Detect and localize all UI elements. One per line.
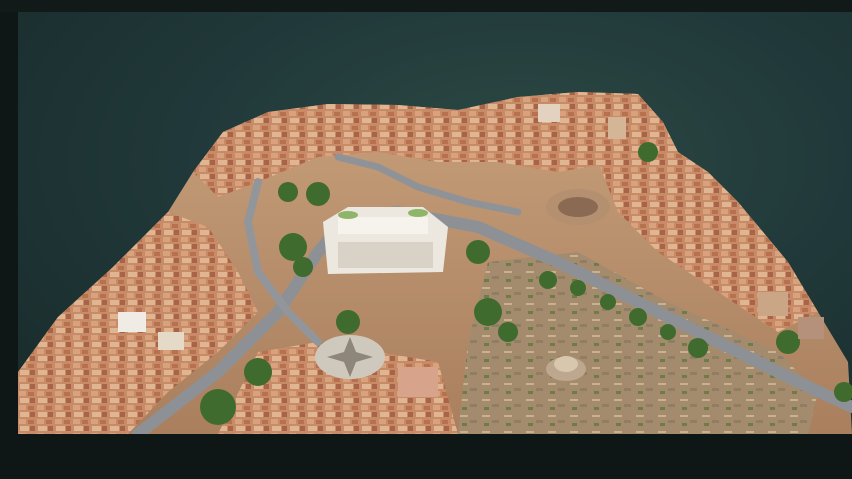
city-model[interactable] [18, 12, 852, 434]
piazza-star [315, 335, 385, 379]
left-letterbox [0, 12, 18, 434]
top-letterbox [0, 0, 852, 12]
arena-structure [546, 189, 610, 225]
bottom-letterbox [0, 434, 852, 479]
3d-viewport[interactable] [18, 12, 852, 434]
vittoriano-monument[interactable] [323, 207, 448, 274]
viewer-window [0, 0, 852, 479]
